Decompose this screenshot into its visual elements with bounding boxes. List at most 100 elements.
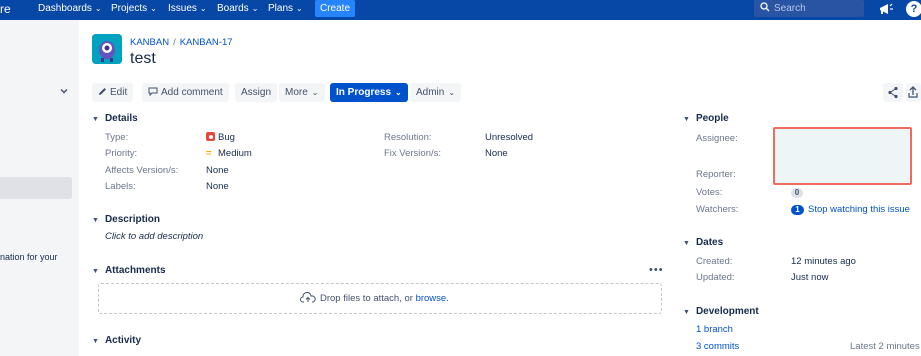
chevron-down-icon: ⌄ — [199, 4, 207, 13]
top-navigation-bar: re Dashboards ⌄ Projects ⌄ Issues ⌄ Boards ⌄… — [0, 0, 921, 20]
description-placeholder[interactable]: Click to add description — [105, 231, 203, 242]
chevron-down-icon: ⌄ — [311, 88, 319, 97]
pencil-icon — [99, 88, 106, 95]
nav-issues[interactable]: Issues ⌄ — [168, 3, 207, 14]
assign-button[interactable]: Assign — [235, 83, 278, 102]
admin-label: Admin — [416, 87, 445, 98]
app-logo-text[interactable]: re — [0, 2, 11, 16]
left-sidebar: nation for your — [0, 20, 79, 356]
people-section-header[interactable]: ▼ People — [683, 113, 729, 124]
votes-label: Votes: — [696, 187, 723, 198]
comment-icon — [148, 87, 158, 97]
status-in-progress-button[interactable]: In Progress ⌄ — [330, 83, 408, 102]
search-input[interactable]: Search — [754, 0, 864, 17]
watchers-count-badge: 1 — [791, 205, 804, 215]
details-section-header[interactable]: ▼ Details — [92, 113, 138, 124]
people-heading: People — [695, 113, 729, 124]
admin-button[interactable]: Admin ⌄ — [410, 83, 462, 102]
caret-down-icon: ▼ — [92, 338, 99, 345]
development-section-header[interactable]: ▼ Development — [683, 306, 759, 317]
attachment-dropzone[interactable]: Drop files to attach, or browse. — [98, 283, 662, 314]
bug-icon — [206, 132, 215, 141]
create-button[interactable]: Create — [315, 0, 355, 17]
labels-label: Labels: — [105, 181, 136, 192]
caret-down-icon: ▼ — [683, 309, 690, 316]
chevron-down-icon[interactable] — [59, 86, 69, 96]
priority-value[interactable]: = Medium — [206, 148, 252, 159]
priority-value-text: Medium — [218, 148, 252, 159]
nav-projects[interactable]: Projects ⌄ — [111, 3, 157, 14]
breadcrumb: KANBAN / KANBAN-17 — [130, 37, 233, 48]
nav-dashboards[interactable]: Dashboards ⌄ — [38, 3, 102, 14]
robot-icon — [92, 34, 122, 64]
breadcrumb-issue-link[interactable]: KANBAN-17 — [180, 37, 233, 48]
nav-boards-label: Boards — [217, 3, 249, 14]
created-value: 12 minutes ago — [791, 256, 856, 267]
caret-down-icon: ▼ — [92, 268, 99, 275]
more-options-icon[interactable]: ••• — [649, 264, 664, 276]
export-button[interactable] — [906, 83, 921, 102]
chevron-down-icon: ⌄ — [395, 88, 402, 97]
priority-medium-icon: = — [206, 148, 212, 159]
priority-label: Priority: — [105, 148, 138, 159]
search-placeholder: Search — [774, 3, 806, 14]
share-icon — [888, 86, 898, 99]
votes-count-badge: 0 — [791, 188, 803, 198]
watchers-value[interactable]: 1 Stop watching this issue — [791, 204, 910, 215]
share-button[interactable] — [883, 83, 903, 102]
redacted-people-box — [773, 127, 912, 185]
breadcrumb-project-link[interactable]: KANBAN — [130, 37, 169, 48]
details-heading: Details — [104, 113, 138, 124]
watchers-label: Watchers: — [696, 204, 739, 215]
issue-title[interactable]: test — [130, 50, 156, 68]
branch-link[interactable]: 1 branch — [696, 324, 733, 335]
updated-value: Just now — [791, 272, 829, 283]
nav-projects-label: Projects — [111, 3, 148, 14]
development-heading: Development — [695, 306, 759, 317]
dropzone-content: Drop files to attach, or browse. — [300, 292, 449, 304]
labels-value[interactable]: None — [206, 181, 229, 192]
project-avatar[interactable] — [92, 34, 122, 64]
caret-down-icon: ▼ — [92, 116, 99, 123]
description-heading: Description — [104, 214, 160, 225]
description-section-header[interactable]: ▼ Description — [92, 214, 160, 225]
nav-plans[interactable]: Plans ⌄ — [268, 3, 303, 14]
votes-value[interactable]: 0 — [791, 187, 803, 198]
edit-label: Edit — [110, 87, 128, 98]
fix-version-label: Fix Version/s: — [384, 148, 442, 159]
stop-watching-link[interactable]: Stop watching this issue — [808, 204, 910, 215]
export-icon — [908, 86, 918, 98]
attachments-section-header[interactable]: ▼ Attachments — [92, 265, 166, 276]
breadcrumb-separator: / — [173, 37, 176, 48]
chevron-down-icon: ⌄ — [150, 4, 157, 13]
megaphone-icon[interactable] — [878, 1, 894, 17]
caret-down-icon: ▼ — [683, 240, 690, 247]
dates-heading: Dates — [695, 237, 724, 248]
activity-section-header[interactable]: ▼ Activity — [92, 335, 141, 346]
sidebar-selected-item[interactable] — [0, 177, 72, 199]
caret-down-icon: ▼ — [92, 217, 99, 224]
dropzone-text: Drop files to attach, or — [320, 293, 416, 304]
nav-plans-label: Plans — [268, 3, 294, 14]
resolution-label: Resolution: — [384, 132, 432, 143]
chevron-down-icon: ⌄ — [94, 4, 102, 13]
help-icon[interactable]: ? — [906, 1, 921, 17]
created-label: Created: — [696, 256, 733, 267]
edit-button[interactable]: Edit — [92, 83, 134, 102]
chevron-down-icon: ⌄ — [448, 88, 456, 97]
commits-link[interactable]: 3 commits — [696, 341, 739, 352]
nav-boards[interactable]: Boards ⌄ — [217, 3, 258, 14]
affects-version-value[interactable]: None — [206, 165, 229, 176]
add-comment-button[interactable]: Add comment — [142, 83, 229, 102]
reporter-label: Reporter: — [696, 169, 736, 180]
fix-version-value[interactable]: None — [485, 148, 508, 159]
assignee-label: Assignee: — [696, 133, 738, 144]
browse-link[interactable]: browse. — [416, 293, 449, 304]
activity-heading: Activity — [104, 335, 142, 346]
more-button[interactable]: More ⌄ — [279, 83, 325, 102]
chevron-down-icon: ⌄ — [251, 4, 259, 13]
type-value[interactable]: Bug — [206, 132, 235, 143]
dates-section-header[interactable]: ▼ Dates — [683, 237, 723, 248]
latest-commit-time: Latest 2 minutes — [850, 341, 920, 352]
status-label: In Progress — [336, 87, 392, 98]
